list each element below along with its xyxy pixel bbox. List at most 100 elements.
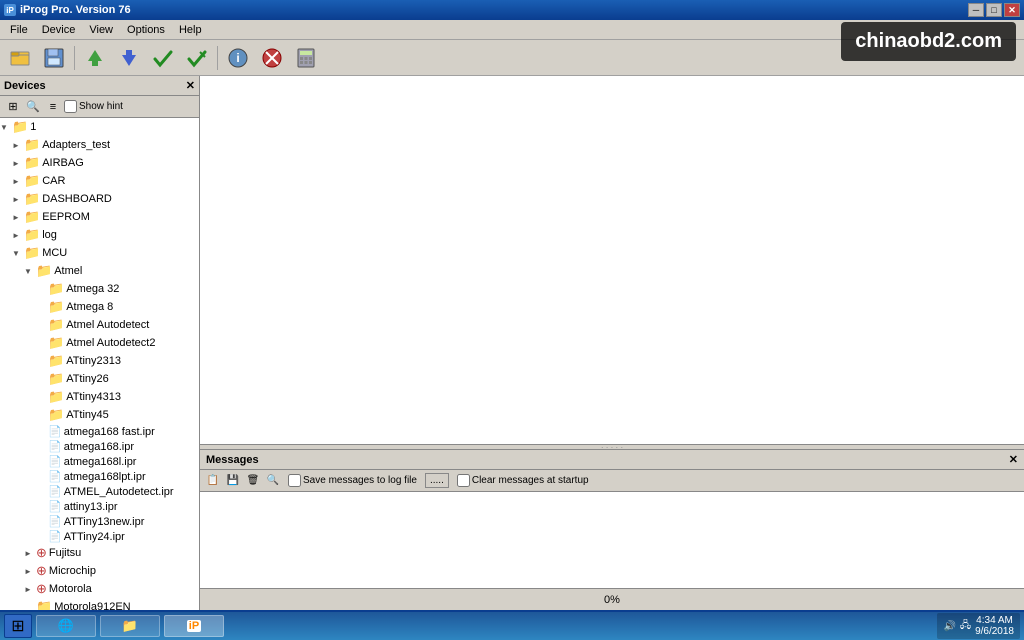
tree-item[interactable]: 📄 atmega168.ipr [0, 439, 199, 454]
taskbar-ie[interactable]: 🌐 [36, 615, 96, 637]
tree-item[interactable]: 📄 ATMEL_Autodetect.ipr [0, 484, 199, 499]
download-button[interactable] [113, 44, 145, 72]
tree-container[interactable]: ▼ 📁 1 ► 📁 Adapters_test ► 📁 AIRBAG ► 📁 C… [0, 118, 199, 610]
clear-messages-label: Clear messages at startup [457, 474, 589, 487]
open-button[interactable] [4, 44, 36, 72]
tray-area: 🔊 🖧 4:34 AM 9/6/2018 [937, 613, 1020, 639]
tree-item[interactable]: 📁 ATtiny4313 [0, 388, 199, 406]
close-devices-icon[interactable]: ✕ [186, 79, 195, 92]
show-hint-container: Show hint [64, 100, 123, 113]
tree-item[interactable]: 📁 Motorola912EN [0, 598, 199, 610]
browse-button[interactable]: ..... [425, 473, 449, 488]
messages-title: Messages [206, 454, 259, 466]
taskbar-explorer[interactable]: 📁 [100, 615, 160, 637]
close-messages-icon[interactable]: ✕ [1009, 453, 1018, 466]
tree-item[interactable]: 📄 ATTiny13new.ipr [0, 514, 199, 529]
msg-copy-btn[interactable]: 📋 [204, 473, 222, 489]
app-icon: iP [4, 4, 16, 16]
tree-item[interactable]: ► 📁 AIRBAG [0, 154, 199, 172]
tree-item[interactable]: 📁 ATtiny26 [0, 370, 199, 388]
clock-time: 4:34 AM [976, 615, 1013, 626]
tree-item[interactable]: 📄 ATTiny24.ipr [0, 529, 199, 544]
tree-item[interactable]: ▼ 📁 MCU [0, 244, 199, 262]
tree-item[interactable]: 📄 atmega168l.ipr [0, 454, 199, 469]
ie-icon: 🌐 [58, 618, 74, 634]
tree-item[interactable]: ▼ 📁 Atmel [0, 262, 199, 280]
messages-toolbar: 📋 💾 🗑 🔍 Save messages to log file ..... … [200, 470, 1024, 492]
watermark: chinaobd2.com [841, 22, 1016, 61]
explorer-icon: 📁 [122, 618, 138, 634]
minimize-button[interactable]: ─ [968, 3, 984, 17]
devices-header: Devices ✕ [0, 76, 199, 96]
taskbar-right: 🔊 🖧 4:34 AM 9/6/2018 [937, 613, 1020, 639]
upload-button[interactable] [79, 44, 111, 72]
tree-item[interactable]: ► 📁 log [0, 226, 199, 244]
tree-item[interactable]: 📁 Atmel Autodetect [0, 316, 199, 334]
tree-item[interactable]: 📄 atmega168lpt.ipr [0, 469, 199, 484]
menu-options[interactable]: Options [121, 22, 171, 38]
devices-title: Devices [4, 80, 46, 92]
progress-text: 0% [208, 594, 1016, 606]
close-button[interactable]: ✕ [1004, 3, 1020, 17]
tree-item[interactable]: ▼ 📁 1 [0, 118, 199, 136]
show-hint-label: Show hint [79, 101, 123, 112]
volume-icon: 🔊 [943, 621, 955, 632]
tree-item[interactable]: 📁 Atmega 32 [0, 280, 199, 298]
tree-item[interactable]: 📁 Atmel Autodetect2 [0, 334, 199, 352]
save-log-label: Save messages to log file [288, 474, 417, 487]
main-area [200, 76, 1024, 444]
devices-grid-btn[interactable]: ⊞ [4, 99, 22, 115]
menu-device[interactable]: Device [36, 22, 82, 38]
config-button[interactable] [181, 44, 213, 72]
show-hint-checkbox[interactable] [64, 100, 77, 113]
devices-toolbar: ⊞ 🔍 ≡ Show hint [0, 96, 199, 118]
msg-clear-btn[interactable]: 🗑 [244, 473, 262, 489]
toolbar-separator-2 [217, 46, 218, 70]
tree-item[interactable]: 📁 Atmega 8 [0, 298, 199, 316]
network-icon: 🖧 [960, 618, 971, 635]
svg-text:i: i [236, 51, 239, 65]
info-button[interactable]: i [222, 44, 254, 72]
tree-item[interactable]: ► 📁 CAR [0, 172, 199, 190]
taskbar: ⊞ 🌐 📁 iP 🔊 🖧 4:34 AM 9/6/2018 [0, 610, 1024, 640]
clock-date: 9/6/2018 [975, 626, 1014, 637]
menu-file[interactable]: File [4, 22, 34, 38]
devices-panel: Devices ✕ ⊞ 🔍 ≡ Show hint ▼ 📁 1 ► 📁 Adap… [0, 76, 200, 610]
maximize-button[interactable]: □ [986, 3, 1002, 17]
messages-content [200, 492, 1024, 588]
messages-panel: Messages ✕ 📋 💾 🗑 🔍 Save messages to log … [200, 450, 1024, 610]
tree-item[interactable]: ► 📁 Adapters_test [0, 136, 199, 154]
tree-item[interactable]: 📄 attiny13.ipr [0, 499, 199, 514]
messages-options: Save messages to log file ..... Clear me… [288, 473, 589, 488]
tree-item[interactable]: ► 📁 EEPROM [0, 208, 199, 226]
menu-help[interactable]: Help [173, 22, 208, 38]
devices-search-btn[interactable]: 🔍 [24, 99, 42, 115]
tree-item[interactable]: ► 📁 DASHBOARD [0, 190, 199, 208]
stop-button[interactable] [256, 44, 288, 72]
devices-list-btn[interactable]: ≡ [44, 99, 62, 115]
tree-item[interactable]: 📄 atmega168 fast.ipr [0, 424, 199, 439]
status-bar: 0% [200, 588, 1024, 610]
menu-view[interactable]: View [83, 22, 119, 38]
iprog-icon: iP [187, 620, 201, 632]
msg-save-btn[interactable]: 💾 [224, 473, 242, 489]
verify-button[interactable] [147, 44, 179, 72]
tree-item[interactable]: 📁 ATtiny2313 [0, 352, 199, 370]
start-button[interactable]: ⊞ [4, 614, 32, 638]
right-panel: · · · · · Messages ✕ 📋 💾 🗑 🔍 Save messag… [200, 76, 1024, 610]
title-bar: iP iProg Pro. Version 76 ─ □ ✕ [0, 0, 1024, 20]
tree-item[interactable]: ► ⊕ Fujitsu [0, 544, 199, 562]
tree-item[interactable]: 📁 ATtiny45 [0, 406, 199, 424]
tree-item[interactable]: ► ⊕ Motorola [0, 580, 199, 598]
save-button[interactable] [38, 44, 70, 72]
clock: 4:34 AM 9/6/2018 [975, 615, 1014, 637]
toolbar-separator-1 [74, 46, 75, 70]
tree-item[interactable]: ► ⊕ Microchip [0, 562, 199, 580]
save-log-checkbox[interactable] [288, 474, 301, 487]
window-title: iProg Pro. Version 76 [20, 4, 131, 16]
msg-find-btn[interactable]: 🔍 [264, 473, 282, 489]
clear-messages-checkbox[interactable] [457, 474, 470, 487]
calc-button[interactable] [290, 44, 322, 72]
taskbar-iprog[interactable]: iP [164, 615, 224, 637]
messages-header: Messages ✕ [200, 450, 1024, 470]
